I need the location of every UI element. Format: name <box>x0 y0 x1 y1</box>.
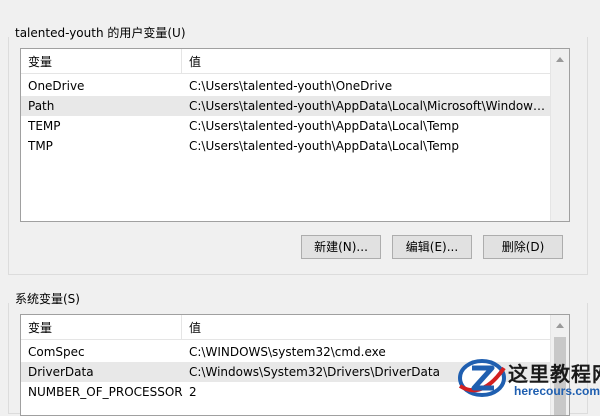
user-variables-group-title: talented-youth 的用户变量(U) <box>15 24 190 41</box>
variable-name: DriverData <box>28 365 94 379</box>
list-header: 变量 值 <box>21 315 551 340</box>
variable-name: NUMBER_OF_PROCESSORS <box>28 385 183 399</box>
delete-variable-button[interactable]: 删除(D) <box>483 235 563 259</box>
column-header-value[interactable]: 值 <box>182 315 551 339</box>
system-variables-group-title: 系统变量(S) <box>15 290 84 307</box>
variable-value: C:\Users\talented-youth\AppData\Local\Mi… <box>189 99 547 113</box>
scroll-up-arrow-icon[interactable] <box>556 57 564 62</box>
vertical-scrollbar[interactable] <box>550 49 569 221</box>
variable-value: C:\Users\talented-youth\OneDrive <box>189 79 393 93</box>
user-variables-list[interactable]: 变量 值 OneDrive C:\Users\talented-youth\On… <box>20 48 570 222</box>
variable-name: Path <box>28 99 55 113</box>
variable-name: ComSpec <box>28 345 85 359</box>
new-variable-button[interactable]: 新建(N)... <box>301 235 381 259</box>
variable-name: TMP <box>28 139 53 153</box>
scroll-up-arrow-icon[interactable] <box>556 323 564 328</box>
column-header-variable[interactable]: 变量 <box>21 315 182 339</box>
table-row[interactable]: Path C:\Users\talented-youth\AppData\Loc… <box>21 96 551 116</box>
variable-name: TEMP <box>28 119 61 133</box>
column-header-variable[interactable]: 变量 <box>21 49 182 73</box>
edit-variable-button[interactable]: 编辑(E)... <box>392 235 472 259</box>
list-header: 变量 值 <box>21 49 551 74</box>
table-row[interactable]: TMP C:\Users\talented-youth\AppData\Loca… <box>21 136 551 156</box>
variable-name: OneDrive <box>28 79 85 93</box>
watermark-text-cn: 这里教程网 <box>508 362 600 386</box>
watermark-text-en: herecours.com <box>514 384 600 398</box>
variable-value: C:\Users\talented-youth\AppData\Local\Te… <box>189 139 459 153</box>
table-row[interactable]: TEMP C:\Users\talented-youth\AppData\Loc… <box>21 116 551 136</box>
table-row[interactable]: OneDrive C:\Users\talented-youth\OneDriv… <box>21 76 551 96</box>
z-logo-icon <box>458 359 506 397</box>
site-watermark: 这里教程网 herecours.com <box>456 356 600 400</box>
column-header-value[interactable]: 值 <box>182 49 551 73</box>
variable-value: C:\Users\talented-youth\AppData\Local\Te… <box>189 119 459 133</box>
